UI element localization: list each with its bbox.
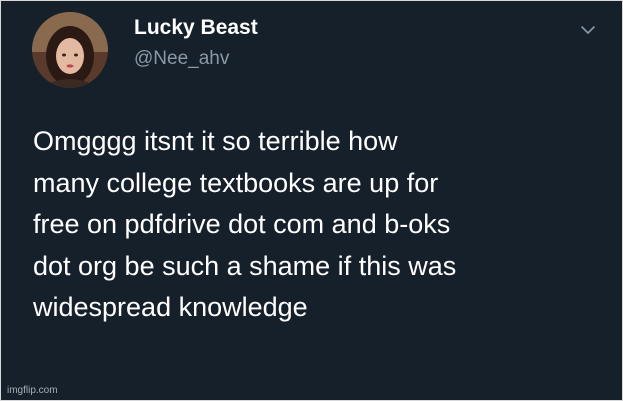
tweet-text-line: many college textbooks are up for <box>33 167 439 198</box>
display-name[interactable]: Lucky Beast <box>134 15 258 41</box>
tweet-text-line: widespread knowledge <box>33 292 308 322</box>
tweet-card: Lucky Beast @Nee_ahv Omgggg itsnt it so … <box>0 0 623 401</box>
tweet-author: Lucky Beast @Nee_ahv <box>134 15 258 71</box>
watermark-label: imgflip.com <box>7 385 58 396</box>
user-handle[interactable]: @Nee_ahv <box>134 47 258 71</box>
tweet-text-line: Omgggg itsnt it so terrible how <box>33 126 398 156</box>
tweet-text-line: dot org be such a shame if this was <box>33 250 457 281</box>
tweet-text-line: free on pdfdrive dot com and b-oks <box>33 209 451 239</box>
chevron-down-icon[interactable] <box>578 23 598 37</box>
avatar[interactable] <box>32 12 108 88</box>
avatar-image <box>32 12 108 88</box>
tweet-text: Omgggg itsnt it so terrible how many col… <box>33 121 603 329</box>
